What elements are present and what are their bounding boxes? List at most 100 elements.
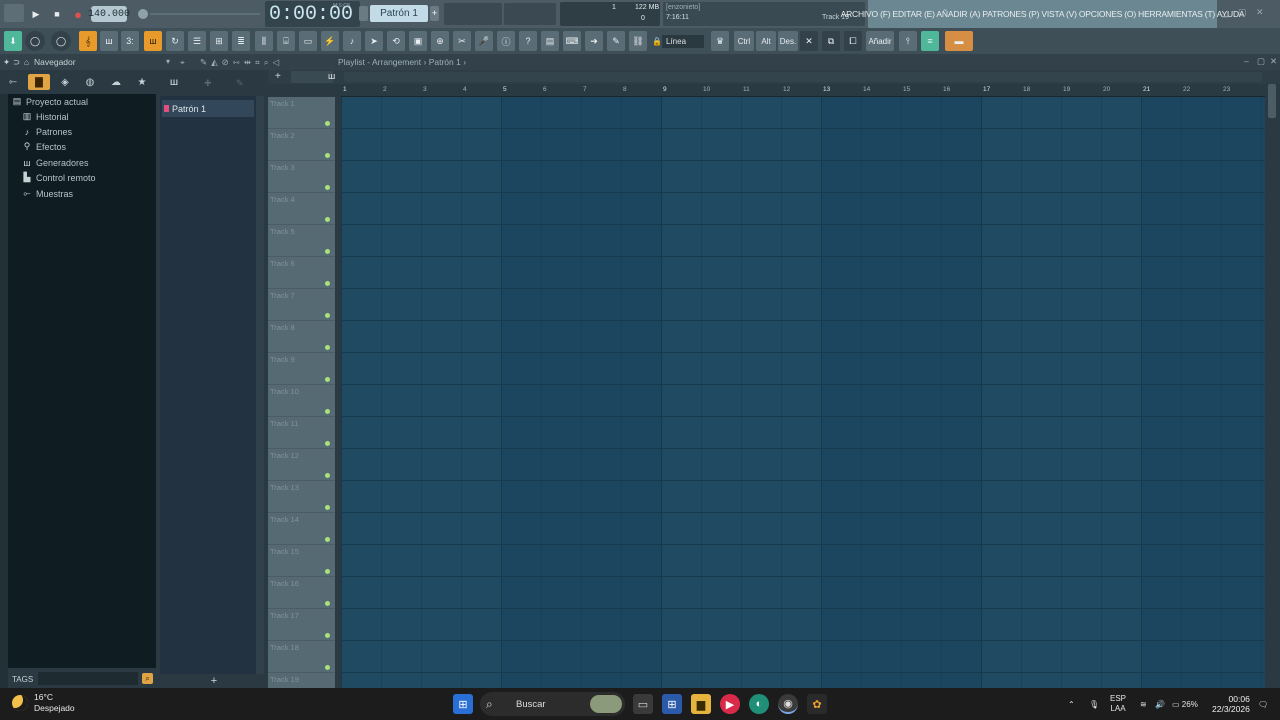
tray-mic-icon[interactable]: 🎙 [1089,688,1099,720]
countdown-icon[interactable]: 3: [121,31,139,51]
fl-studio-icon[interactable]: ✿ [807,694,827,714]
minimize-icon[interactable]: ▁ [1222,7,1234,19]
download-icon[interactable]: ⬇ [4,31,22,51]
tempo-display[interactable]: 140.000 [88,6,130,22]
music-app-icon[interactable]: ▶ [720,694,740,714]
maximize-icon[interactable]: ▢ [1238,7,1250,19]
system-clock[interactable]: 00:06 22/3/2026 [1212,694,1250,714]
play-icon[interactable]: ▶ [29,7,43,21]
picker-pattern-item[interactable]: Patrón 1 [162,100,254,117]
grid-track-row[interactable] [341,481,1265,513]
file-icon[interactable]: ▭ [299,31,317,51]
grid-track-row[interactable] [341,321,1265,353]
track-mute-led[interactable] [325,665,330,670]
nav-pin-icon[interactable]: ⊃ [13,57,20,68]
nav-item-historial[interactable]: ▥ Historial [22,109,69,124]
render-icon[interactable]: ⊕ [431,31,449,51]
step-edit-icon[interactable]: ш [144,31,162,51]
grid-track-row[interactable] [341,417,1265,449]
grid-track-row[interactable] [341,193,1265,225]
edge-icon[interactable]: ◐ [749,694,769,714]
nav-item-patrones[interactable]: ♪ Patrones [22,124,72,139]
weather-widget[interactable]: 16°C Despejado [12,692,75,714]
forward-icon[interactable]: ➜ [585,31,603,51]
wait-input-icon[interactable]: ш [100,31,118,51]
alt-button[interactable]: Alt [756,31,776,51]
playlist-minimize-icon[interactable]: – [1244,56,1249,66]
picker-keyboard-icon[interactable]: ш [170,77,178,88]
grid-track-row[interactable] [341,545,1265,577]
track-mute-led[interactable] [325,473,330,478]
nav-plugin-tab-icon[interactable]: ◈ [54,74,76,90]
nav-item-generadores[interactable]: ш Generadores [22,155,88,170]
track-header[interactable]: Track 5 [268,225,335,257]
track-header[interactable]: Track 16 [268,577,335,609]
track-mute-led[interactable] [325,249,330,254]
picker-scrollbar[interactable] [256,96,264,674]
track-mute-led[interactable] [325,185,330,190]
master-volume-slider[interactable] [150,13,260,15]
timeline-ruler[interactable]: 1 2 3 4 5 6 7 8 9 10 11 12 13 14 15 16 17 18 19 20 21 22 23 [341,84,1265,97]
save-icon[interactable]: ▣ [409,31,427,51]
mixer-icon[interactable]: ⫼ [255,31,273,51]
grid-track-row[interactable] [341,97,1265,129]
track-header[interactable]: Track 11 [268,417,335,449]
track-header[interactable]: Track 12 [268,449,335,481]
track-header[interactable]: Track 13 [268,481,335,513]
playlist-close-icon[interactable]: ✕ [1270,56,1277,67]
help-icon[interactable]: ? [519,31,537,51]
piano-roll-icon[interactable]: ⊞ [210,31,228,51]
language-indicator[interactable]: ESP LAA [1110,688,1126,720]
pattern-selector[interactable]: Patrón 1 [370,5,428,22]
tags-search-icon[interactable]: ⌕ [142,673,153,684]
undo-icon[interactable]: ⟲ [387,31,405,51]
nav-item-muestras[interactable]: ⟜ Muestras [22,186,73,201]
master-pitch-knob[interactable] [138,9,148,19]
battery-indicator[interactable]: ▭ 26% [1172,688,1198,720]
wifi-icon[interactable]: ≋ [1140,688,1147,720]
nav-item-efectos[interactable]: ⚲ Efectos [22,139,66,154]
store-icon[interactable]: ⊞ [662,694,682,714]
nav-item-control-remoto[interactable]: ▙ Control remoto [22,170,96,185]
slider-icon[interactable]: ▬ [945,31,973,51]
plug-icon[interactable]: ⚡ [321,31,339,51]
track-mute-led[interactable] [325,281,330,286]
track-header[interactable]: Track 9 [268,353,335,385]
arrow-tool-icon[interactable]: ➤ [365,31,383,51]
add-pattern-button[interactable]: + [430,6,439,21]
grid-track-row[interactable] [341,449,1265,481]
grid-track-row[interactable] [341,513,1265,545]
keyboard-icon[interactable]: ⌨ [563,31,581,51]
grid-track-row[interactable] [341,673,1265,688]
playlist-menu-icon[interactable]: ▾ [166,57,170,66]
pattern-dropdown-arrow[interactable] [359,6,368,21]
nav-cloud-tab-icon[interactable]: ☁ [105,74,127,90]
track-mute-led[interactable] [325,409,330,414]
track-header[interactable]: Track 18 [268,641,335,673]
tags-input[interactable] [38,672,138,685]
grid-track-row[interactable] [341,129,1265,161]
window-icon[interactable]: ▤ [541,31,559,51]
tempo-tap-icon[interactable]: ♪ [343,31,361,51]
picker-add-button[interactable]: + [160,674,268,688]
track-header[interactable]: Track 8 [268,321,335,353]
grid-track-row[interactable] [341,385,1265,417]
mic-level-icon[interactable]: ⫯ [899,31,917,51]
track-header[interactable]: Track 10 [268,385,335,417]
nav-sub-icon[interactable]: ⌂ [24,57,29,67]
channel-rack-icon[interactable]: ≣ [232,31,250,51]
add-button[interactable]: Añadir [866,31,894,51]
file-explorer-icon[interactable]: ▆ [691,694,711,714]
link-icon[interactable]: ⛓ [629,31,647,51]
info-icon[interactable]: ⓘ [497,31,515,51]
browser-icon[interactable]: ⌸ [277,31,295,51]
track-mute-led[interactable] [325,217,330,222]
windows-start-icon[interactable]: ⊞ [453,694,473,714]
snap-select[interactable]: Línea [662,35,704,48]
track-mute-led[interactable] [325,633,330,638]
nav-globe-tab-icon[interactable]: ◍ [79,74,101,90]
grid-track-row[interactable] [341,225,1265,257]
task-view-icon[interactable]: ▭ [633,694,653,714]
stop-icon[interactable]: ■ [50,7,64,21]
main-menu[interactable]: ARCHIVO (F) EDITAR (E) AÑADIR (A) PATRON… [841,0,1245,28]
